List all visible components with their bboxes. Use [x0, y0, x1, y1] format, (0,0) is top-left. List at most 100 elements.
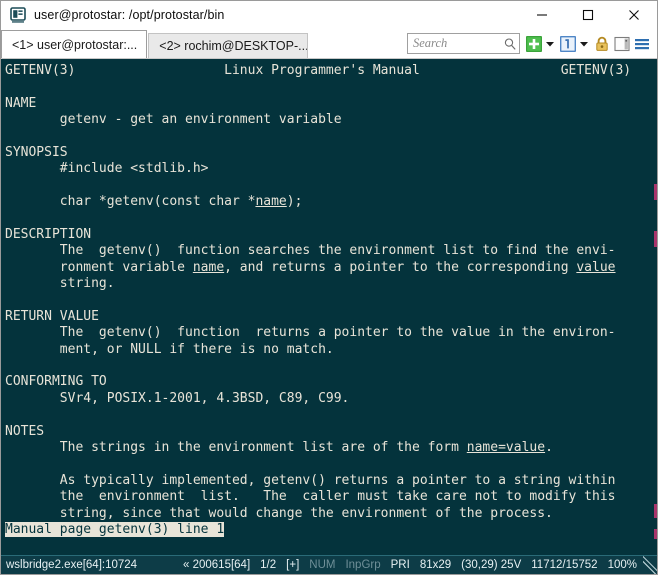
- status-bar: wslbridge2.exe[64]:10724 « 200615[64] 1/…: [1, 555, 657, 574]
- window-title: user@protostar: /opt/protostar/bin: [34, 8, 225, 22]
- terminal-text: RETURN VALUE: [5, 308, 99, 324]
- terminal-output: GETENV(3) Linux Programmer's Manual GETE…: [1, 63, 657, 538]
- terminal-text: , and returns a pointer to the correspon…: [224, 259, 577, 275]
- tab-bar: <1> user@protostar:... <2> rochim@DESKTO…: [1, 29, 657, 59]
- terminal-text: .: [545, 439, 553, 455]
- status-process: wslbridge2.exe[64]:10724: [6, 559, 138, 571]
- panels-group: [613, 35, 631, 53]
- terminal-line: SVr4, POSIX.1-2001, 4.3BSD, C89, C99.: [5, 391, 657, 407]
- terminal-line: NAME: [5, 96, 657, 112]
- terminal-text: The getenv() function returns a pointer …: [5, 325, 616, 341]
- terminal-text: As typically implemented, getenv() retur…: [5, 472, 616, 488]
- terminal-italic-text: name: [255, 194, 287, 210]
- hamburger-menu-icon[interactable]: [633, 35, 651, 53]
- resize-grip-icon[interactable]: [643, 556, 657, 574]
- search-box[interactable]: [407, 33, 520, 54]
- terminal-line: The getenv() function searches the envir…: [5, 243, 657, 259]
- lock-group: [593, 35, 611, 53]
- main-menu-group: [633, 35, 651, 53]
- terminal-line: string.: [5, 276, 657, 292]
- lock-icon[interactable]: [593, 35, 611, 53]
- tab-1-label: <1> user@protostar:...: [12, 37, 138, 52]
- maximize-button[interactable]: [565, 1, 611, 29]
- minimize-button[interactable]: [519, 1, 565, 29]
- terminal-text: getenv - get an environment variable: [5, 112, 342, 128]
- close-button[interactable]: [611, 1, 657, 29]
- terminal-line: ronment variable name, and returns a poi…: [5, 260, 657, 276]
- toolbar: [407, 31, 653, 56]
- terminal-line: the environment list. The caller must ta…: [5, 489, 657, 505]
- status-input-group: InpGrp: [345, 559, 381, 571]
- status-buffer: 11712/15752: [531, 559, 598, 571]
- title-bar: user@protostar: /opt/protostar/bin: [1, 1, 657, 29]
- terminal-view[interactable]: GETENV(3) Linux Programmer's Manual GETE…: [1, 59, 657, 555]
- terminal-text: NOTES: [5, 423, 45, 439]
- terminal-line: getenv - get an environment variable: [5, 112, 657, 128]
- terminal-text: GETENV(3) Linux Programmer's Manual GETE…: [5, 63, 632, 78]
- terminal-line: Manual page getenv(3) line 1: [5, 521, 657, 538]
- search-input[interactable]: [413, 36, 503, 51]
- active-console-group: [559, 35, 591, 53]
- terminal-line: RETURN VALUE: [5, 309, 657, 325]
- status-priority: PRI: [390, 559, 410, 571]
- scroll-marker: [654, 184, 657, 200]
- terminal-text: ronment variable: [5, 259, 193, 275]
- status-size: 81x29: [419, 559, 452, 571]
- terminal-text: The strings in the environment list are …: [5, 439, 467, 455]
- terminal-text: CONFORMING TO: [5, 374, 107, 390]
- active-console-chevron-down-icon[interactable]: [578, 36, 589, 52]
- tab-1[interactable]: <1> user@protostar:...: [1, 30, 148, 58]
- panels-icon[interactable]: [613, 35, 631, 53]
- terminal-text: DESCRIPTION: [5, 226, 92, 242]
- scroll-marker: [654, 529, 657, 539]
- terminal-text: the environment list. The caller must ta…: [5, 489, 616, 505]
- new-console-group: [525, 35, 557, 53]
- new-console-chevron-down-icon[interactable]: [544, 36, 555, 52]
- tab-2[interactable]: <2> rochim@DESKTOP-...: [148, 33, 309, 58]
- terminal-line: DESCRIPTION: [5, 227, 657, 243]
- status-zoom: 100%: [607, 559, 637, 571]
- terminal-line: #include <stdlib.h>: [5, 161, 657, 177]
- terminal-line: GETENV(3) Linux Programmer's Manual GETE…: [5, 63, 657, 79]
- terminal-italic-text: name=value: [466, 439, 546, 455]
- terminal-line: char *getenv(const char *name);: [5, 194, 657, 210]
- status-num-lock: NUM: [309, 559, 336, 571]
- terminal-text: NAME: [5, 95, 37, 111]
- pager-status-line: Manual page getenv(3) line 1: [5, 521, 225, 537]
- new-console-plus-icon[interactable]: [525, 35, 543, 53]
- terminal-text: string, since that would change the envi…: [5, 505, 553, 521]
- active-console-icon[interactable]: [559, 35, 577, 53]
- status-plus: [+]: [286, 559, 300, 571]
- terminal-text: SVr4, POSIX.1-2001, 4.3BSD, C89, C99.: [5, 390, 350, 406]
- terminal-text: char *getenv(const char *: [5, 194, 256, 210]
- terminal-scrollbar[interactable]: [652, 59, 657, 555]
- terminal-text: SYNOPSIS: [5, 144, 68, 160]
- terminal-text: ment, or NULL if there is no match.: [5, 341, 334, 357]
- status-version: « 200615[64]: [183, 559, 251, 571]
- terminal-line: NOTES: [5, 424, 657, 440]
- terminal-italic-text: value: [576, 259, 616, 275]
- console-icon: [10, 7, 26, 23]
- terminal-text: string.: [5, 276, 115, 292]
- tab-strip: <1> user@protostar:... <2> rochim@DESKTO…: [1, 29, 309, 58]
- terminal-line: CONFORMING TO: [5, 374, 657, 390]
- scroll-marker: [654, 231, 657, 247]
- terminal-italic-text: name: [192, 259, 225, 275]
- scroll-marker: [654, 504, 657, 518]
- console-window: user@protostar: /opt/protostar/bin <1> u…: [0, 0, 658, 575]
- status-cells: « 200615[64] 1/2 [+] NUM InpGrp PRI 81x2…: [178, 556, 657, 574]
- tab-2-label: <2> rochim@DESKTOP-...: [159, 39, 309, 53]
- window-controls: [519, 1, 657, 29]
- terminal-line: SYNOPSIS: [5, 145, 657, 161]
- status-tab-count: 1/2: [260, 559, 277, 571]
- terminal-line: As typically implemented, getenv() retur…: [5, 473, 657, 489]
- search-icon[interactable]: [503, 37, 517, 51]
